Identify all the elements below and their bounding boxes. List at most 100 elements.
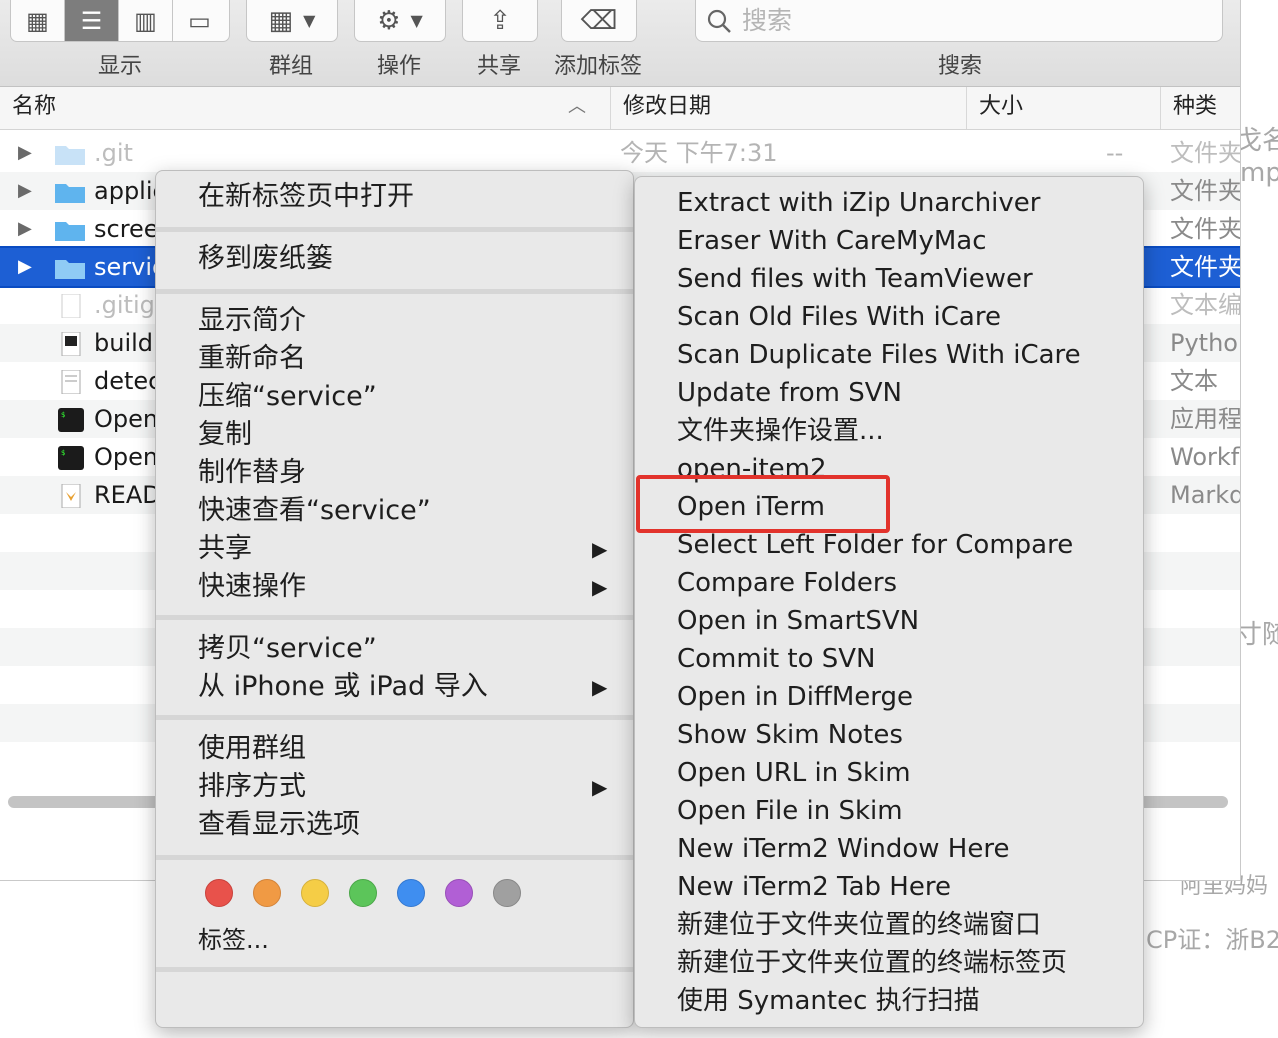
disclosure-triangle-icon[interactable]: ▶ bbox=[18, 172, 32, 210]
submenu-arrow-icon: ▶ bbox=[592, 775, 608, 799]
workflow-icon: $ bbox=[58, 446, 84, 470]
menu-item-show-skim-notes[interactable]: Show Skim Notes bbox=[677, 716, 903, 754]
submenu-arrow-icon: ▶ bbox=[592, 675, 608, 699]
tag-blue-dot[interactable] bbox=[397, 879, 425, 907]
column-view-button[interactable]: ▥ bbox=[119, 0, 173, 41]
action-button[interactable]: ⚙ ▼ bbox=[354, 0, 446, 42]
menu-item-eraser-caremymac[interactable]: Eraser With CareMyMac bbox=[677, 222, 987, 260]
menu-item-scan-old-files[interactable]: Scan Old Files With iCare bbox=[677, 298, 1001, 336]
sort-ascending-icon: ︿ bbox=[568, 96, 586, 117]
menu-item-open-smartsvn[interactable]: Open in SmartSVN bbox=[677, 602, 919, 640]
text-file-icon bbox=[61, 370, 81, 394]
gallery-view-button[interactable]: ▭ bbox=[173, 0, 226, 41]
tags-label: 添加标签 bbox=[554, 54, 643, 79]
file-name: build. bbox=[94, 329, 161, 357]
tag-yellow-dot[interactable] bbox=[301, 879, 329, 907]
file-name: Open bbox=[94, 405, 159, 433]
view-mode-control[interactable]: ▦ ☰ ▥ ▭ bbox=[10, 0, 230, 42]
menu-item-tags[interactable]: 标签... bbox=[198, 921, 269, 959]
document-icon bbox=[61, 294, 81, 318]
annotation-highlight-box bbox=[636, 475, 890, 533]
file-kind: 文本编 bbox=[1170, 291, 1241, 319]
menu-item-open-diffmerge[interactable]: Open in DiffMerge bbox=[677, 678, 913, 716]
list-view-button[interactable]: ☰ bbox=[65, 0, 119, 41]
menu-item-make-alias[interactable]: 制作替身 bbox=[198, 454, 306, 492]
toolbar: ▦ ☰ ▥ ▭ 显示 ▦ ▼ 群组 ⚙ ▼ 操作 ⇪ 共享 ⌫ 添加标签 搜索 … bbox=[0, 0, 1240, 87]
search-label: 搜索 bbox=[938, 54, 983, 79]
menu-item-open-new-tab[interactable]: 在新标签页中打开 bbox=[198, 178, 414, 216]
search-icon bbox=[707, 9, 731, 33]
file-kind: Workfl bbox=[1170, 443, 1241, 471]
menu-separator bbox=[156, 715, 633, 720]
tag-orange-dot[interactable] bbox=[253, 879, 281, 907]
icon-view-button[interactable]: ▦ bbox=[11, 0, 65, 41]
menu-item-quick-actions[interactable]: 快速操作 bbox=[198, 568, 306, 606]
menu-item-compress[interactable]: 压缩“service” bbox=[198, 378, 377, 416]
tag-green-dot[interactable] bbox=[349, 879, 377, 907]
group-label: 群组 bbox=[269, 54, 314, 79]
tag-purple-dot[interactable] bbox=[445, 879, 473, 907]
menu-item-new-terminal-tab[interactable]: 新建位于文件夹位置的终端标签页 bbox=[677, 944, 1067, 982]
tag-red-dot[interactable] bbox=[205, 879, 233, 907]
svg-text:$: $ bbox=[61, 449, 65, 457]
search-input[interactable] bbox=[740, 5, 1204, 36]
file-name: detec bbox=[94, 367, 162, 395]
menu-separator bbox=[156, 967, 633, 972]
menu-item-share[interactable]: 共享 bbox=[198, 530, 252, 568]
menu-item-new-iterm2-window[interactable]: New iTerm2 Window Here bbox=[677, 830, 1009, 868]
menu-separator bbox=[156, 615, 633, 620]
group-button[interactable]: ▦ ▼ bbox=[246, 0, 338, 42]
menu-item-show-view-options[interactable]: 查看显示选项 bbox=[198, 806, 360, 844]
menu-item-commit-svn[interactable]: Commit to SVN bbox=[677, 640, 876, 678]
tag-gray-dot[interactable] bbox=[493, 879, 521, 907]
terminal-app-icon: $ bbox=[58, 408, 84, 432]
submenu-arrow-icon: ▶ bbox=[592, 537, 608, 561]
disclosure-triangle-icon[interactable]: ▶ bbox=[18, 134, 32, 172]
file-name: .git bbox=[94, 139, 133, 167]
tags-button[interactable]: ⌫ bbox=[561, 0, 637, 42]
file-name: Open bbox=[94, 443, 159, 471]
file-kind: 文件夹 bbox=[1170, 253, 1241, 281]
kind-column-header[interactable]: 种类 bbox=[1160, 87, 1240, 129]
menu-item-get-info[interactable]: 显示简介 bbox=[198, 302, 306, 340]
file-kind: 文本 bbox=[1170, 367, 1218, 395]
name-column-label: 名称 bbox=[12, 94, 57, 119]
disclosure-triangle-icon[interactable]: ▶ bbox=[18, 210, 32, 248]
menu-item-symantec-scan[interactable]: 使用 Symantec 执行扫描 bbox=[677, 982, 980, 1020]
gear-icon: ⚙ bbox=[377, 5, 401, 36]
menu-item-scan-duplicates[interactable]: Scan Duplicate Files With iCare bbox=[677, 336, 1081, 374]
name-column-header[interactable]: 名称 ︿ bbox=[0, 87, 600, 129]
menu-item-folder-actions-setup[interactable]: 文件夹操作设置... bbox=[677, 412, 884, 450]
menu-item-open-file-skim[interactable]: Open File in Skim bbox=[677, 792, 903, 830]
context-menu: 在新标签页中打开 移到废纸篓 显示简介 重新命名 压缩“service” 复制 … bbox=[155, 170, 634, 1028]
menu-item-move-to-trash[interactable]: 移到废纸篓 bbox=[198, 240, 333, 278]
menu-item-new-terminal-window[interactable]: 新建位于文件夹位置的终端窗口 bbox=[677, 906, 1041, 944]
file-row[interactable]: ▶ .git 今天 下午7:31 -- 文件夹 bbox=[0, 134, 1240, 172]
size-column-header[interactable]: 大小 bbox=[966, 87, 1152, 129]
menu-item-extract-izip[interactable]: Extract with iZip Unarchiver bbox=[677, 184, 1040, 222]
menu-item-copy[interactable]: 拷贝“service” bbox=[198, 630, 377, 668]
menu-item-sort-by[interactable]: 排序方式 bbox=[198, 768, 306, 806]
modified-column-header[interactable]: 修改日期 bbox=[610, 87, 956, 129]
tag-icon: ⌫ bbox=[580, 5, 618, 36]
file-kind: 应用程 bbox=[1170, 405, 1241, 433]
menu-item-use-groups[interactable]: 使用群组 bbox=[198, 730, 306, 768]
menu-item-rename[interactable]: 重新命名 bbox=[198, 340, 306, 378]
bg-text-2: mpa bbox=[1240, 158, 1278, 188]
disclosure-triangle-icon[interactable]: ▶ bbox=[18, 248, 32, 286]
menu-item-import-from-iphone[interactable]: 从 iPhone 或 iPad 导入 bbox=[198, 668, 488, 706]
menu-item-open-url-skim[interactable]: Open URL in Skim bbox=[677, 754, 911, 792]
search-field[interactable] bbox=[695, 0, 1223, 42]
menu-item-send-teamviewer[interactable]: Send files with TeamViewer bbox=[677, 260, 1033, 298]
menu-item-new-iterm2-tab[interactable]: New iTerm2 Tab Here bbox=[677, 868, 951, 906]
menu-item-compare-folders[interactable]: Compare Folders bbox=[677, 564, 897, 602]
action-label: 操作 bbox=[377, 54, 422, 79]
svg-text:$: $ bbox=[61, 411, 65, 419]
menu-item-quick-look[interactable]: 快速查看“service” bbox=[198, 492, 431, 530]
markdown-file-icon bbox=[61, 484, 81, 508]
share-button[interactable]: ⇪ bbox=[462, 0, 538, 42]
share-icon: ⇪ bbox=[489, 5, 511, 36]
bg-text-3: 寸随 bbox=[1236, 620, 1278, 650]
menu-item-duplicate[interactable]: 复制 bbox=[198, 416, 252, 454]
menu-item-update-svn[interactable]: Update from SVN bbox=[677, 374, 902, 412]
